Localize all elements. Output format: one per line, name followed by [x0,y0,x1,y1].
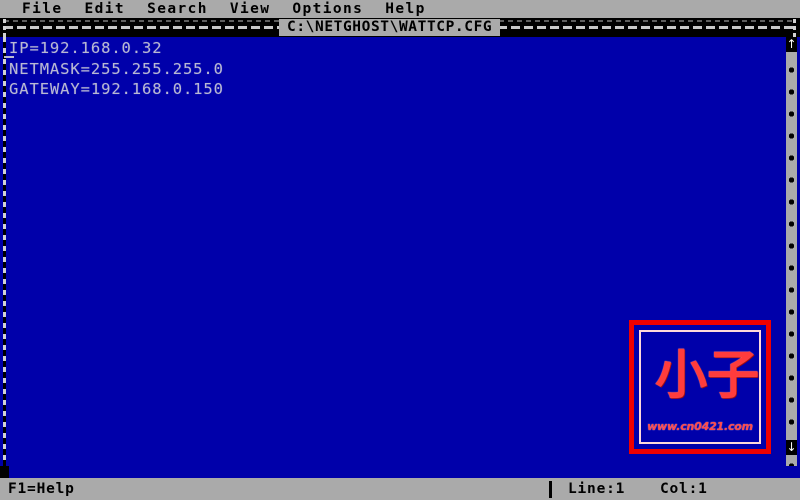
status-column-number: Col:1 [660,481,708,497]
menu-search[interactable]: Search [147,0,208,18]
menu-options[interactable]: Options [292,0,363,18]
logo-glyph-right: 子 [707,346,760,406]
window-corner-top-left [3,19,6,37]
vertical-scrollbar[interactable] [786,37,797,467]
editor-line: NETMASK=255.255.255.0 [9,59,224,78]
window-corner-top-right [793,19,796,37]
scroll-down-arrow-icon[interactable]: ↓ [786,440,797,455]
menu-file[interactable]: File [22,0,63,18]
status-separator [549,481,552,498]
dos-text-editor-screen: File Edit Search View Options Help C:\NE… [0,0,800,500]
window-corner-bottom-left [0,466,9,478]
logo-glyph-left: 小 [655,346,708,406]
logo-url-text: www.cn0421.com [647,420,753,433]
editor-line: GATEWAY=192.168.0.150 [9,80,224,99]
window-title: C:\NETGHOST\WATTCP.CFG [279,19,501,36]
menu-view[interactable]: View [230,0,271,18]
text-cursor [4,56,14,58]
editor-line: IP=192.168.0.32 [9,39,163,57]
scroll-up-arrow-icon[interactable]: ↑ [786,37,797,52]
menu-bar: File Edit Search View Options Help [0,0,800,18]
watermark-logo: 小 子 www.cn0421.com [629,320,771,454]
status-help-hint[interactable]: F1=Help [8,478,75,500]
menu-help[interactable]: Help [385,0,426,18]
menu-edit[interactable]: Edit [85,0,126,18]
status-bar: F1=Help Line:1 Col:1 [0,478,800,500]
status-bar-spacer [0,466,800,478]
window-border-left [3,37,6,467]
watermark-logo-inner-border: 小 子 www.cn0421.com [639,330,761,444]
status-line-number: Line:1 [568,481,626,497]
